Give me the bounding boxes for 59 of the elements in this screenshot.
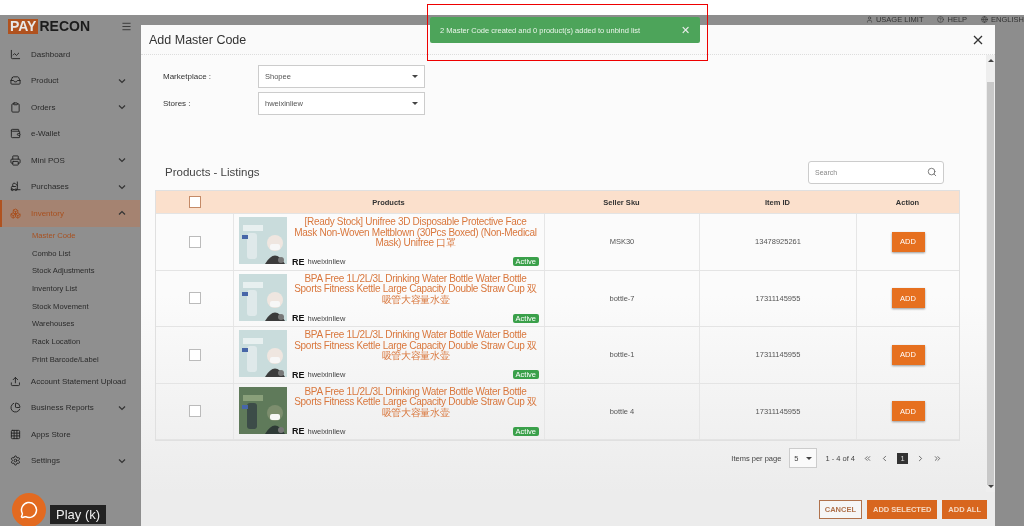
tooltip: Play (k) [50,505,107,524]
chat-icon [20,501,38,519]
tray-icon [10,75,21,87]
sidebar-item[interactable]: Apps Store [0,421,140,448]
logo-text: RECON [39,18,92,34]
field-label: Marketplace : [163,72,213,81]
user-icon[interactable] [865,16,873,23]
sidebar-item[interactable]: Product [0,67,140,94]
field-label: Stores : [163,99,192,108]
sidebar-item[interactable]: Orders [0,94,140,121]
first-page-icon[interactable] [863,453,872,463]
boxes-icon [10,207,21,219]
forklift-icon [10,181,21,193]
help-icon[interactable] [937,16,945,23]
sidebar-item[interactable]: Account Statement Upload [0,368,140,395]
store-logo: RE [292,313,305,323]
last-page-icon[interactable] [933,453,942,463]
settings-icon [10,455,21,467]
checkbox[interactable] [188,292,201,305]
line-chart-icon [10,48,21,60]
product-title[interactable]: BPA Free 1L/2L/3L Drinking Water Bottle Water Bottle Sports Fitness Kettle Large Capacity Double Straw Cup 双吸管大容量水壶 [292,386,539,418]
wallet-icon [10,128,21,140]
globe-icon[interactable] [981,16,989,23]
product-title[interactable]: [Ready Stock] Unifree 3D Disposable Protective Face Mask Non-Woven Meltblown (30Pcs Boxed) (Non-Medical Mask) Unifree 口罩 [292,217,539,249]
sidebar-item[interactable]: Mini POS [0,147,140,174]
previous-page-icon[interactable] [880,453,889,463]
sidebar-item[interactable]: Business Reports [0,394,140,421]
logo-text: PAY [8,18,39,34]
store-logo: RE [292,256,305,267]
scrollbar-thumb[interactable] [987,82,994,485]
caret-icon [412,102,418,105]
next-page-icon[interactable] [916,453,925,463]
scroll-down-icon[interactable] [987,485,994,488]
store-logo: RE [292,369,305,380]
checkbox[interactable] [188,235,201,248]
checkbox[interactable] [188,405,201,418]
caret-icon [806,456,813,460]
dialog-title: Add Master Code [149,32,247,47]
store-logo: RE [292,426,305,436]
search-icon [927,167,937,177]
product-title[interactable]: BPA Free 1L/2L/3L Drinking Water Bottle Water Bottle Sports Fitness Kettle Large Capacity Double Straw Cup 双吸管大容量水壶 [292,330,539,362]
caret-icon [412,75,418,78]
close-button[interactable] [973,34,983,45]
printer-icon [10,154,21,166]
menu-icon[interactable] [121,20,132,32]
grid-icon [10,428,21,440]
section-title: Products - Listings [165,166,260,178]
sidebar-item[interactable]: Settings [0,447,140,474]
sidebar-item[interactable]: e-Wallet [0,120,140,147]
checkbox[interactable] [188,348,201,361]
pie-chart-icon [10,402,21,414]
scroll-up-icon[interactable] [987,59,994,62]
clipboard-icon [10,101,21,113]
product-title[interactable]: BPA Free 1L/2L/3L Drinking Water Bottle Water Bottle Sports Fitness Kettle Large Capacity Double Straw Cup 双吸管大容量水壶 [292,273,539,305]
upload-icon [10,375,21,387]
sidebar-item[interactable]: Dashboard [0,41,140,68]
checkbox[interactable] [188,196,201,208]
sidebar-item[interactable]: Purchases [0,173,140,200]
close-button[interactable]: ✕ [681,23,690,37]
